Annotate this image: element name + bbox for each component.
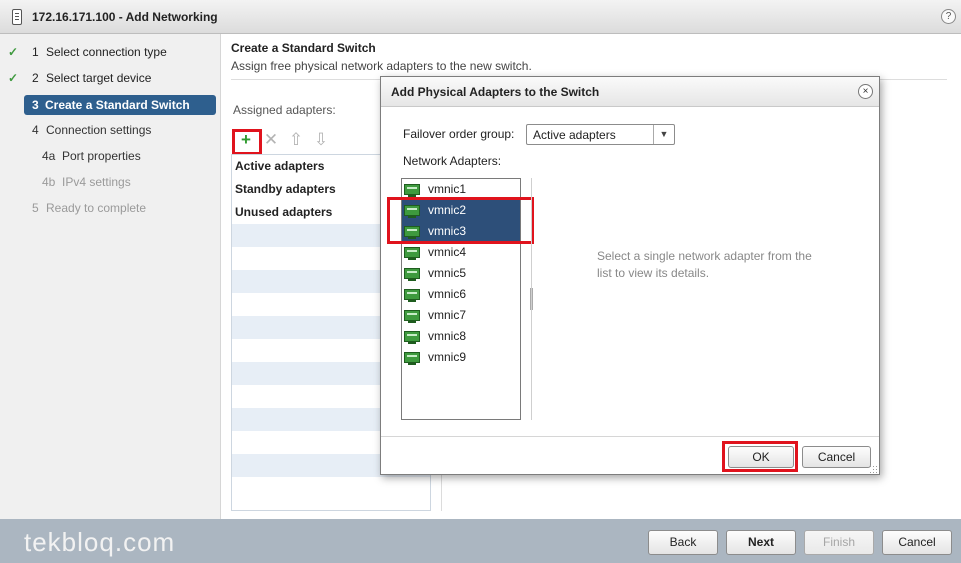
step-label: Port properties — [62, 149, 141, 163]
nic-name: vmnic4 — [428, 245, 467, 259]
network-adapter-icon — [404, 289, 420, 302]
step-label: IPv4 settings — [62, 175, 131, 189]
network-adapter-icon — [404, 247, 420, 260]
adapter-details-hint: Select a single network adapter from the… — [597, 249, 812, 280]
network-adapter-icon — [404, 331, 420, 344]
step-number: 2 — [32, 71, 39, 85]
chevron-down-icon[interactable]: ▼ — [653, 125, 674, 144]
step-number: 1 — [32, 45, 39, 59]
checkmark-icon: ✓ — [8, 45, 19, 59]
page-title: Create a Standard Switch — [231, 41, 376, 55]
network-adapters-label: Network Adapters: — [403, 154, 502, 168]
network-adapter-icon — [404, 310, 420, 323]
highlight-box — [232, 129, 262, 155]
step-ready-to-complete: 5 Ready to complete — [0, 198, 210, 218]
move-down-icon[interactable]: ⇩ — [312, 131, 330, 149]
help-icon[interactable]: ? — [941, 9, 956, 24]
network-adapter-icon — [404, 268, 420, 281]
step-number: 5 — [32, 201, 39, 215]
wizard-steps: ✓ 1 Select connection type ✓ 2 Select ta… — [0, 34, 221, 519]
window-title: 172.16.171.100 - Add Networking — [32, 10, 218, 24]
close-icon[interactable]: × — [858, 84, 873, 99]
nic-name: vmnic7 — [428, 308, 467, 322]
watermark: tekbloq.com — [24, 527, 176, 557]
failover-order-value: Active adapters — [533, 128, 616, 142]
nic-name: vmnic8 — [428, 329, 467, 343]
step-number: 3 — [32, 98, 39, 112]
cancel-button[interactable]: Cancel — [882, 530, 952, 555]
checkmark-icon: ✓ — [8, 71, 19, 85]
highlight-box — [722, 441, 798, 472]
list-item-vmnic9[interactable]: vmnic9 — [402, 347, 520, 368]
add-adapters-dialog: Add Physical Adapters to the Switch × Fa… — [380, 76, 880, 475]
footer-bar: tekbloq.com Back Next Finish Cancel — [0, 519, 961, 563]
step-number: 4a — [42, 149, 56, 163]
dialog-cancel-button[interactable]: Cancel — [802, 446, 871, 468]
finish-button: Finish — [804, 530, 874, 555]
failover-order-label: Failover order group: — [403, 127, 515, 141]
list-item-vmnic4[interactable]: vmnic4 — [402, 242, 520, 263]
step-create-standard-switch[interactable]: 3 Create a Standard Switch — [24, 95, 216, 115]
nic-name: vmnic9 — [428, 350, 467, 364]
move-up-icon[interactable]: ⇧ — [287, 131, 305, 149]
step-ipv4-settings: 4b IPv4 settings — [0, 172, 210, 192]
step-label: Select target device — [46, 71, 152, 85]
dialog-header: Add Physical Adapters to the Switch × — [381, 77, 879, 107]
failover-order-select[interactable]: Active adapters ▼ — [526, 124, 675, 145]
page-subtitle: Assign free physical network adapters to… — [231, 59, 532, 73]
next-button[interactable]: Next — [726, 530, 796, 555]
splitter-handle[interactable] — [530, 288, 533, 310]
dialog-divider — [381, 436, 879, 437]
list-item-vmnic6[interactable]: vmnic6 — [402, 284, 520, 305]
network-adapter-icon — [404, 184, 420, 197]
host-icon — [12, 9, 22, 25]
assigned-adapters-label: Assigned adapters: — [233, 103, 336, 117]
highlight-box — [387, 197, 534, 244]
step-number: 4 — [32, 123, 39, 137]
resize-grip-icon[interactable] — [868, 464, 878, 474]
list-item-vmnic7[interactable]: vmnic7 — [402, 305, 520, 326]
network-adapter-icon — [404, 352, 420, 365]
nic-name: vmnic5 — [428, 266, 467, 280]
title-bar: 172.16.171.100 - Add Networking ? — [0, 0, 961, 34]
list-item-vmnic5[interactable]: vmnic5 — [402, 263, 520, 284]
step-connection-settings[interactable]: 4 Connection settings — [0, 120, 210, 140]
step-port-properties[interactable]: 4a Port properties — [0, 146, 210, 166]
list-item-vmnic8[interactable]: vmnic8 — [402, 326, 520, 347]
step-label: Select connection type — [46, 45, 167, 59]
step-label: Create a Standard Switch — [45, 98, 190, 112]
remove-adapter-icon[interactable]: ✕ — [262, 131, 280, 149]
list-row — [232, 477, 430, 500]
step-label: Connection settings — [46, 123, 152, 137]
step-select-connection-type[interactable]: ✓ 1 Select connection type — [0, 42, 210, 62]
dialog-title: Add Physical Adapters to the Switch — [391, 85, 600, 99]
nic-name: vmnic6 — [428, 287, 467, 301]
step-select-target-device[interactable]: ✓ 2 Select target device — [0, 68, 210, 88]
step-number: 4b — [42, 175, 56, 189]
back-button[interactable]: Back — [648, 530, 718, 555]
step-label: Ready to complete — [46, 201, 147, 215]
